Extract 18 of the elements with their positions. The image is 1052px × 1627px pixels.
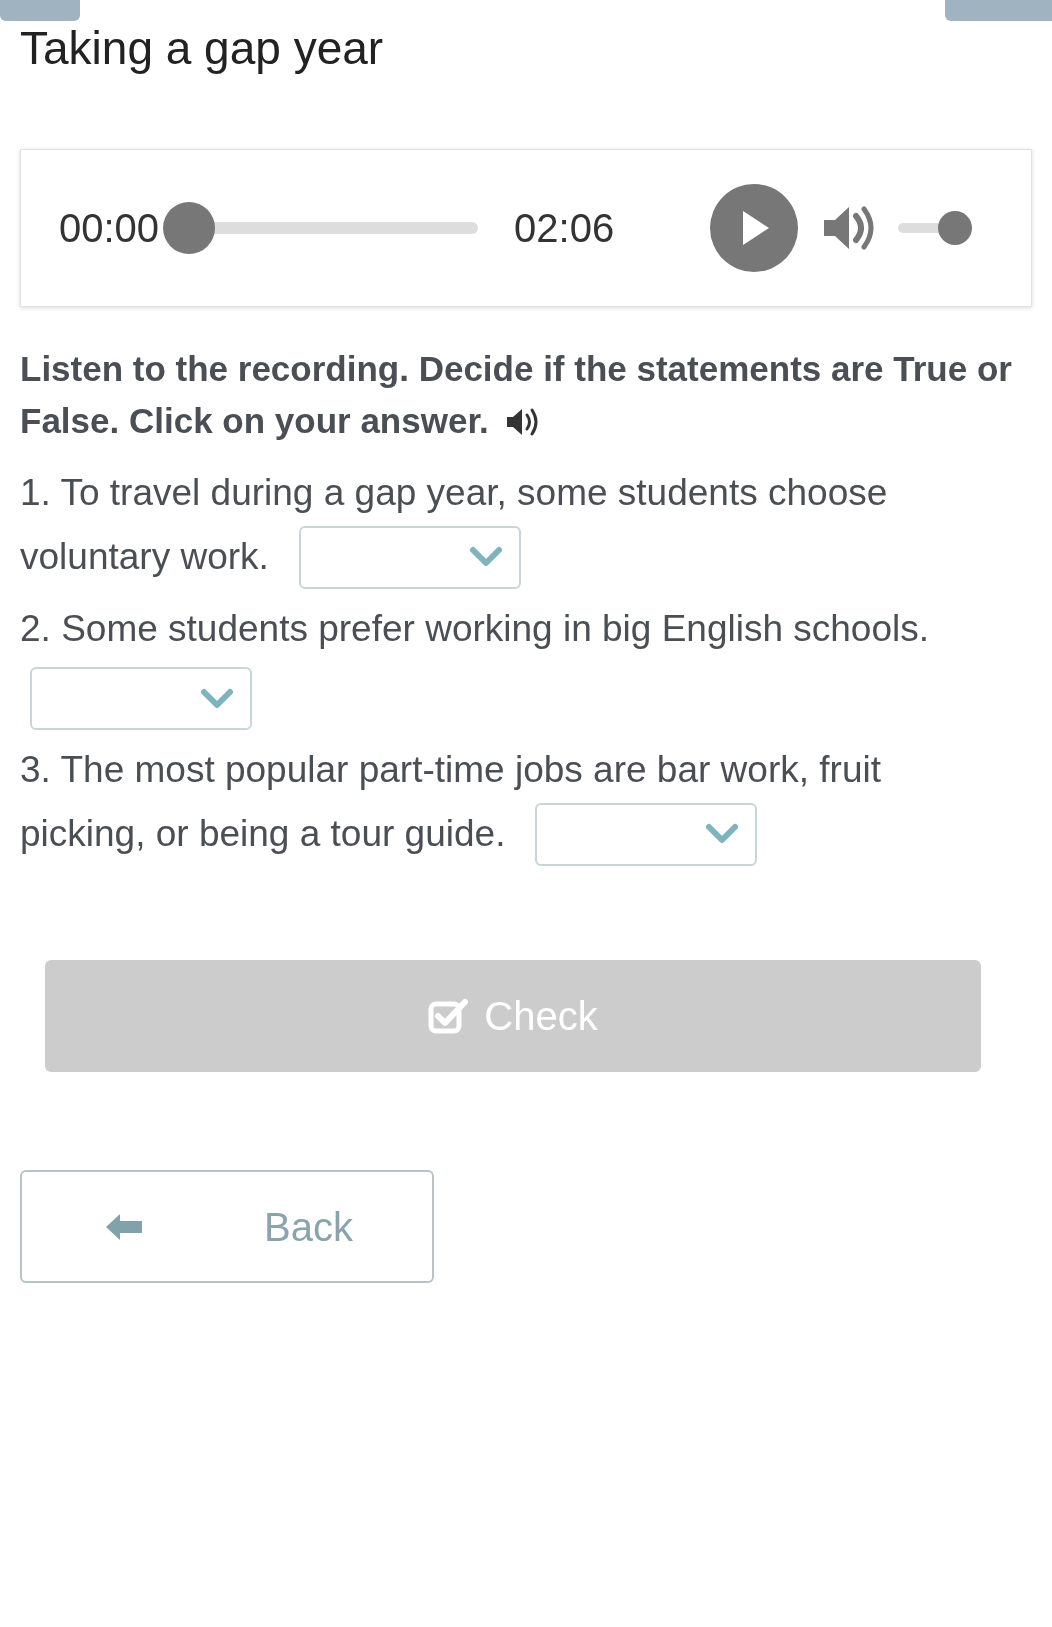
chevron-down-icon [705, 823, 740, 845]
question-text: picking, or being a tour guide. [20, 812, 506, 856]
question-text: 2. Some students prefer working in big English schools. [20, 607, 930, 651]
volume-thumb[interactable] [938, 211, 973, 245]
question-text: voluntary work. [20, 535, 269, 579]
current-time: 00:00 [59, 205, 160, 252]
seek-thumb[interactable] [163, 202, 216, 254]
seek-slider[interactable] [163, 202, 479, 254]
chevron-down-icon [468, 546, 503, 568]
instructions: Listen to the recording. Decide if the statements are True or False. Click on your answer. [20, 348, 1013, 442]
back-button[interactable]: Back [20, 1170, 434, 1283]
volume-slider[interactable] [898, 211, 973, 245]
question-text: 1. To travel during a gap year, some students choose [20, 471, 888, 515]
checkbox-icon [428, 998, 469, 1034]
page-title: Taking a gap year [20, 21, 385, 76]
question-text: 3. The most popular part-time jobs are bar work, fruit [20, 748, 881, 792]
duration: 02:06 [514, 205, 615, 252]
chevron-down-icon [200, 687, 234, 710]
